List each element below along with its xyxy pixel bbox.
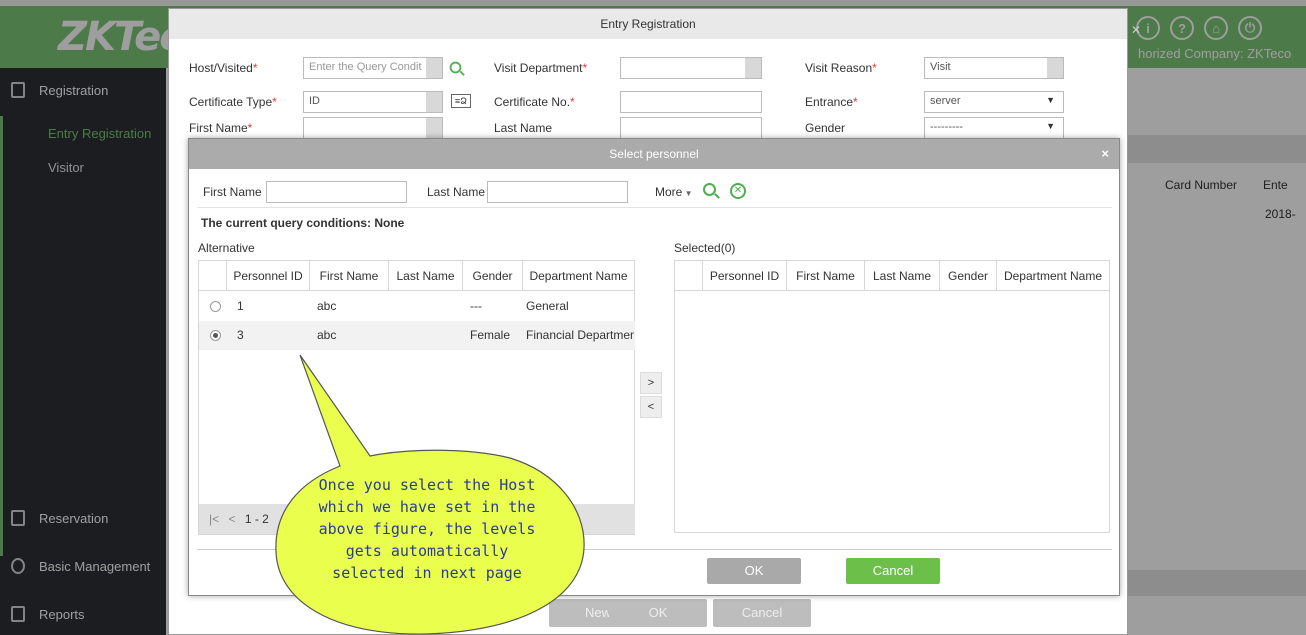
- last-name-label: Last Name: [494, 121, 553, 135]
- prev-page-icon[interactable]: <: [228, 512, 235, 526]
- dialog-title: Entry Registration: [600, 17, 696, 31]
- close-icon[interactable]: ✕: [1131, 15, 1141, 45]
- ok-button[interactable]: OK: [707, 558, 801, 584]
- cell-personnel-id: 3: [237, 328, 244, 342]
- table-row[interactable]: 1 abc --- General: [199, 292, 635, 321]
- dialog-title-bar: Select personnel ×: [189, 139, 1119, 169]
- column-header: Department Name: [529, 269, 628, 283]
- entry-cancel-button[interactable]: Cancel: [713, 599, 811, 627]
- column-header: Last Name: [865, 261, 940, 291]
- column-header: Gender: [463, 261, 523, 291]
- visit-reason-label: Visit Reason*: [805, 61, 877, 75]
- entrance-label: Entrance*: [805, 95, 858, 109]
- row-radio[interactable]: [210, 301, 221, 312]
- visit-department-label: Visit Department*: [494, 61, 588, 75]
- column-header: Last Name: [389, 261, 463, 291]
- callout-line: above figure, the levels: [318, 520, 536, 538]
- callout-line: Once you select the Host: [318, 476, 536, 494]
- column-header: Gender: [940, 261, 997, 291]
- entrance-select[interactable]: server ▼: [924, 91, 1064, 113]
- cell-gender: ---: [470, 299, 482, 313]
- more-toggle[interactable]: More ▼: [655, 185, 692, 199]
- divider: [197, 207, 1112, 208]
- table-header: Personnel ID First Name Last Name Gender…: [199, 261, 634, 291]
- move-left-button[interactable]: <: [640, 396, 662, 418]
- certificate-type-select[interactable]: ID: [303, 91, 443, 113]
- callout-text: Once you select the Host which we have s…: [292, 474, 562, 584]
- clear-icon[interactable]: ✕: [730, 183, 746, 199]
- cell-first-name: abc: [317, 328, 337, 342]
- table-header: Personnel ID First Name Last Name Gender…: [675, 261, 1109, 291]
- first-name-label: First Name*: [189, 121, 253, 135]
- callout-line: which we have set in the: [318, 498, 536, 516]
- selected-label: Selected(0): [674, 241, 736, 255]
- select-column-header: [675, 261, 703, 291]
- alternative-label: Alternative: [198, 241, 255, 255]
- column-header: Personnel ID: [703, 261, 787, 291]
- host-label: Host/Visited*: [189, 61, 258, 75]
- select-column-header: [199, 261, 227, 291]
- certificate-type-label: Certificate Type*: [189, 95, 277, 109]
- column-header: Personnel ID: [227, 261, 310, 291]
- last-name-input[interactable]: [620, 117, 762, 139]
- callout-line: selected in next page: [332, 564, 522, 582]
- first-name-label: First Name: [203, 185, 262, 199]
- cell-personnel-id: 1: [237, 299, 244, 313]
- id-card-icon[interactable]: ≡Ձ: [451, 94, 471, 108]
- callout-line: gets automatically: [345, 542, 509, 560]
- first-page-icon[interactable]: |<: [209, 512, 219, 526]
- dialog-title-bar: Entry Registration ✕: [169, 9, 1141, 39]
- search-icon[interactable]: [703, 183, 716, 196]
- visit-department-select[interactable]: [620, 57, 762, 79]
- dialog-title: Select personnel: [609, 147, 699, 161]
- gender-select[interactable]: --------- ▼: [924, 117, 1064, 139]
- cell-first-name: abc: [317, 299, 337, 313]
- column-header: First Name: [787, 261, 865, 291]
- search-icon[interactable]: [449, 61, 462, 74]
- close-icon[interactable]: ×: [1101, 139, 1109, 169]
- row-radio[interactable]: [210, 330, 221, 341]
- selected-table: Personnel ID First Name Last Name Gender…: [674, 260, 1110, 533]
- query-conditions: The current query conditions: None: [201, 216, 405, 230]
- certificate-no-label: Certificate No.*: [494, 95, 575, 109]
- host-input[interactable]: Enter the Query Condit: [303, 57, 443, 79]
- first-name-input[interactable]: [266, 181, 407, 203]
- cell-department: General: [526, 299, 569, 313]
- cancel-button[interactable]: Cancel: [846, 558, 940, 584]
- cell-gender: Female: [470, 328, 511, 342]
- move-right-button[interactable]: >: [640, 372, 662, 394]
- visit-reason-select[interactable]: Visit: [924, 57, 1064, 79]
- entry-ok-button[interactable]: OK: [609, 599, 707, 627]
- column-header: Department Name: [1003, 269, 1103, 283]
- cell-department: Financial Department: [526, 328, 634, 342]
- column-header: First Name: [310, 261, 389, 291]
- page-range: 1 - 2: [244, 512, 269, 526]
- certificate-no-input[interactable]: [620, 91, 762, 113]
- last-name-label: Last Name: [427, 185, 486, 199]
- last-name-input[interactable]: [487, 181, 628, 203]
- gender-label: Gender: [805, 121, 846, 135]
- table-row[interactable]: 3 abc Female Financial Department: [199, 321, 635, 350]
- first-name-input[interactable]: [303, 117, 443, 139]
